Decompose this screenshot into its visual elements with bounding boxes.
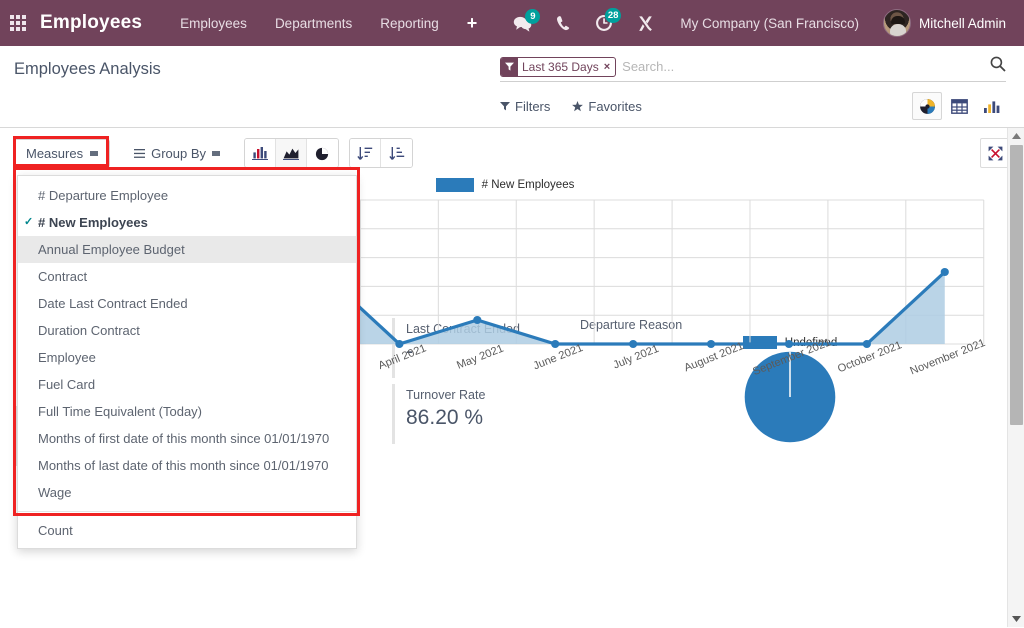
svg-text:May 2021: May 2021 <box>455 343 505 372</box>
messages-badge: 9 <box>525 9 540 24</box>
line-chart-button[interactable] <box>276 139 307 167</box>
pivot-view-button[interactable] <box>944 92 974 120</box>
expand-fullscreen-button[interactable] <box>980 138 1010 168</box>
company-selector[interactable]: My Company (San Francisco) <box>666 10 873 37</box>
menu-divider <box>18 511 356 512</box>
legend-label: # New Employees <box>482 179 575 191</box>
avatar <box>883 9 911 37</box>
group-by-label: Group By <box>151 146 206 161</box>
dashboard-toolbar: Measures Group By <box>0 128 1024 168</box>
user-name-label: Mitchell Admin <box>919 16 1006 31</box>
nav-item-reporting[interactable]: Reporting <box>366 10 453 37</box>
measures-dropdown-menu: # Departure Employee# New EmployeesAnnua… <box>17 175 357 549</box>
filters-label: Filters <box>515 99 550 114</box>
filter-funnel-icon <box>501 58 518 76</box>
scrollbar-thumb[interactable] <box>1010 145 1023 425</box>
dashboard-content: Measures Group By <box>0 128 1024 627</box>
measures-label: Measures <box>26 146 83 161</box>
chart-type-group <box>244 138 339 168</box>
app-brand-employees[interactable]: Employees <box>40 12 142 34</box>
user-menu[interactable]: Mitchell Admin <box>873 9 1010 37</box>
search-input[interactable] <box>622 59 982 74</box>
search-icon[interactable] <box>982 56 1006 77</box>
measures-menu-item[interactable]: Wage <box>18 479 356 506</box>
dashboard-view-button[interactable] <box>912 92 942 120</box>
measures-menu-item[interactable]: Fuel Card <box>18 371 356 398</box>
favorites-dropdown[interactable]: Favorites <box>572 99 641 114</box>
page-title: Employees Analysis <box>14 60 500 79</box>
bar-chart-button[interactable] <box>245 139 276 167</box>
facet-remove-icon[interactable]: × <box>603 58 615 76</box>
nav-item-employees[interactable]: Employees <box>166 10 261 37</box>
sort-descending-button[interactable] <box>350 139 381 167</box>
measures-menu-item[interactable]: Full Time Equivalent (Today) <box>18 398 356 425</box>
search-options-row: Filters Favorites <box>500 92 1006 120</box>
measures-menu-item[interactable]: # New Employees <box>18 209 356 236</box>
svg-text:July 2021: July 2021 <box>612 343 661 372</box>
measures-menu-item[interactable]: # Departure Employee <box>18 182 356 209</box>
group-by-button[interactable]: Group By <box>124 140 230 167</box>
vertical-scrollbar[interactable] <box>1007 128 1024 627</box>
nav-item-departments[interactable]: Departments <box>261 10 366 37</box>
measures-menu-item[interactable]: Contract <box>18 263 356 290</box>
measures-menu-item[interactable]: Annual Employee Budget <box>18 236 356 263</box>
star-icon <box>572 101 583 112</box>
measures-menu-item-count[interactable]: Count <box>18 517 356 544</box>
chevron-down-icon <box>90 151 98 156</box>
navbar-menu: Employees Departments Reporting + <box>166 9 491 38</box>
nav-add-icon[interactable]: + <box>453 9 492 38</box>
sort-ascending-button[interactable] <box>381 139 412 167</box>
pie-chart-button[interactable] <box>307 139 338 167</box>
funnel-icon <box>500 101 510 111</box>
chevron-down-icon <box>212 151 220 156</box>
sort-group <box>349 138 413 168</box>
phone-icon[interactable] <box>544 11 583 35</box>
legend-swatch <box>436 178 474 192</box>
facet-label: Last 365 Days <box>518 58 603 76</box>
filters-dropdown[interactable]: Filters <box>500 99 550 114</box>
view-switcher <box>912 92 1006 120</box>
measures-menu-item[interactable]: Duration Contract <box>18 317 356 344</box>
kpi-value: 86.20 % <box>406 406 570 430</box>
measures-menu-item[interactable]: Employee <box>18 344 356 371</box>
list-lines-icon <box>134 149 145 158</box>
search-bar[interactable]: Last 365 Days × <box>500 56 1006 82</box>
scroll-down-arrow[interactable] <box>1008 611 1024 627</box>
measures-menu-item[interactable]: Months of last date of this month since … <box>18 452 356 479</box>
messages-icon[interactable]: 9 <box>501 11 544 36</box>
top-navbar: Employees Employees Departments Reportin… <box>0 0 1024 46</box>
control-panel: Employees Analysis Last 365 Days × <box>0 46 1024 128</box>
svg-text:April 2021: April 2021 <box>377 342 428 372</box>
measures-button[interactable]: Measures <box>14 139 110 168</box>
apps-grid-icon[interactable] <box>10 15 26 31</box>
search-panel: Last 365 Days × Filters <box>500 46 1024 120</box>
breadcrumb: Employees Analysis <box>0 46 500 79</box>
activities-badge: 28 <box>605 8 622 23</box>
activities-clock-icon[interactable]: 28 <box>583 10 625 36</box>
search-facet-last-365-days[interactable]: Last 365 Days × <box>500 57 616 77</box>
scroll-up-arrow[interactable] <box>1008 128 1024 144</box>
navbar-right-zone: 9 28 My Company (San Francisco) <box>501 9 1010 37</box>
tools-wrench-icon[interactable] <box>625 11 666 36</box>
measures-menu-item[interactable]: Months of first date of this month since… <box>18 425 356 452</box>
favorites-label: Favorites <box>588 99 641 114</box>
graph-view-button[interactable] <box>976 92 1006 120</box>
measures-menu-item[interactable]: Date Last Contract Ended <box>18 290 356 317</box>
